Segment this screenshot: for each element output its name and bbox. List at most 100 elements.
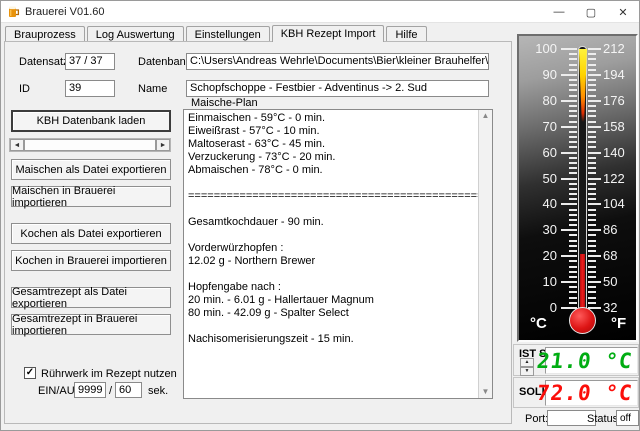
tab-hilfe[interactable]: Hilfe: [386, 26, 426, 42]
celsius-tick: [569, 58, 577, 60]
celsius-tick: [569, 260, 577, 262]
celsius-tick: [561, 48, 577, 50]
celsius-scale-label: 70: [523, 119, 557, 134]
celsius-tick: [569, 286, 577, 288]
fahrenheit-tick: [588, 266, 596, 268]
fahrenheit-scale-label: 122: [603, 171, 637, 186]
celsius-tick: [561, 255, 577, 257]
name-field[interactable]: Schopfschoppe - Festbier - Adventinus ->…: [186, 80, 489, 97]
action-button-1[interactable]: Maischen in Brauerei importieren: [11, 186, 171, 207]
maische-plan-label: Maische-Plan: [191, 97, 258, 109]
fahrenheit-tick: [588, 245, 596, 247]
scroll-right-icon[interactable]: ►: [156, 139, 170, 151]
maximize-button[interactable]: ▢: [575, 1, 607, 23]
celsius-tick: [569, 157, 577, 159]
fahrenheit-tick: [588, 281, 601, 283]
celsius-tick: [569, 89, 577, 91]
scrollbar-thumb[interactable]: [24, 139, 156, 151]
kbh-load-button[interactable]: KBH Datenbank laden: [11, 110, 171, 132]
fahrenheit-tick: [588, 69, 596, 71]
datensatz-label: Datensatz: [19, 56, 69, 68]
fahrenheit-tick: [588, 224, 596, 226]
fahrenheit-tick: [588, 178, 601, 180]
tab-brauprozess[interactable]: Brauprozess: [5, 26, 85, 42]
fahrenheit-tick: [588, 286, 596, 288]
ruehrwerk-checkbox[interactable]: ✓: [24, 367, 36, 379]
fahrenheit-tick: [588, 183, 596, 185]
fahrenheit-tick: [588, 121, 596, 123]
datenbank-field[interactable]: C:\Users\Andreas Wehrle\Documents\Bier\k…: [186, 53, 489, 70]
fahrenheit-scale-label: 212: [603, 41, 637, 56]
tab-log-auswertung[interactable]: Log Auswertung: [87, 26, 184, 42]
tab-einstellungen[interactable]: Einstellungen: [186, 26, 270, 42]
maische-plan-textarea[interactable]: Einmaischen - 59°C - 0 min. Eiweißrast -…: [183, 109, 493, 399]
fahrenheit-tick: [588, 141, 596, 143]
fahrenheit-scale-label: 194: [603, 67, 637, 82]
soll-box: SOLL 72.0 °C: [513, 377, 639, 408]
scroll-down-icon[interactable]: ▼: [482, 386, 490, 398]
fahrenheit-tick: [588, 110, 596, 112]
minimize-button[interactable]: —: [543, 1, 575, 23]
fahrenheit-tick: [588, 297, 596, 299]
celsius-tick: [569, 69, 577, 71]
celsius-tick: [569, 214, 577, 216]
tab-kbh-rezept-import[interactable]: KBH Rezept Import: [272, 25, 385, 42]
celsius-scale-label: 20: [523, 248, 557, 263]
celsius-tick: [569, 167, 577, 169]
fahrenheit-tick: [588, 89, 596, 91]
celsius-tick: [569, 136, 577, 138]
status-field[interactable]: off: [616, 410, 639, 426]
beer-mug-icon: [7, 5, 20, 18]
record-scrollbar[interactable]: ◄ ►: [9, 138, 171, 152]
celsius-scale-label: 40: [523, 196, 557, 211]
action-button-4[interactable]: Gesamtrezept als Datei exportieren: [11, 287, 171, 308]
einaus-off-field[interactable]: 60: [115, 382, 142, 398]
fahrenheit-tick: [588, 271, 596, 273]
fahrenheit-tick: [588, 100, 601, 102]
fahrenheit-scale-label: 176: [603, 93, 637, 108]
celsius-tick: [561, 152, 577, 154]
action-button-3[interactable]: Kochen in Brauerei importieren: [11, 250, 171, 271]
fahrenheit-tick: [588, 234, 596, 236]
action-button-0[interactable]: Maischen als Datei exportieren: [11, 159, 171, 180]
fahrenheit-tick: [588, 157, 596, 159]
celsius-unit-label: °C: [530, 315, 547, 332]
einaus-on-field[interactable]: 9999: [74, 382, 106, 398]
fahrenheit-scale-label: 104: [603, 196, 637, 211]
einaus-separator: /: [109, 385, 112, 397]
fahrenheit-tick: [588, 48, 601, 50]
close-button[interactable]: ✕: [607, 1, 639, 23]
fahrenheit-tick: [588, 53, 596, 55]
spin-down-icon[interactable]: ▼: [520, 367, 534, 376]
celsius-scale-label: 30: [523, 222, 557, 237]
spin-up-icon[interactable]: ▲: [520, 358, 534, 367]
celsius-tick: [569, 198, 577, 200]
scroll-up-icon[interactable]: ▲: [482, 110, 490, 122]
scroll-left-icon[interactable]: ◄: [10, 139, 24, 151]
celsius-tick: [569, 188, 577, 190]
fahrenheit-scale-label: 68: [603, 248, 637, 263]
action-button-2[interactable]: Kochen als Datei exportieren: [11, 223, 171, 244]
celsius-tick: [569, 131, 577, 133]
id-field[interactable]: 39: [65, 80, 115, 97]
action-button-5[interactable]: Gesamtrezept in Brauerei importieren: [11, 314, 171, 335]
tab-strip: BrauprozessLog AuswertungEinstellungenKB…: [5, 25, 429, 42]
celsius-tick: [569, 209, 577, 211]
thermometer-body: °C °F 1009080706050403020100212194176158…: [519, 36, 636, 340]
datensatz-field[interactable]: 37 / 37: [65, 53, 115, 70]
fahrenheit-tick: [588, 167, 596, 169]
fahrenheit-tick: [588, 162, 596, 164]
celsius-tick: [569, 291, 577, 293]
celsius-tick: [569, 121, 577, 123]
textarea-scrollbar[interactable]: ▲ ▼: [478, 110, 492, 398]
fahrenheit-tick: [588, 276, 596, 278]
fahrenheit-tick: [588, 193, 596, 195]
celsius-tick: [561, 203, 577, 205]
fahrenheit-tick: [588, 240, 596, 242]
fahrenheit-tick: [588, 115, 596, 117]
celsius-tick: [569, 271, 577, 273]
soll-temperature-display: 72.0 °C: [545, 380, 638, 406]
fahrenheit-tick: [588, 126, 601, 128]
celsius-tick: [569, 162, 577, 164]
name-label: Name: [138, 83, 167, 95]
